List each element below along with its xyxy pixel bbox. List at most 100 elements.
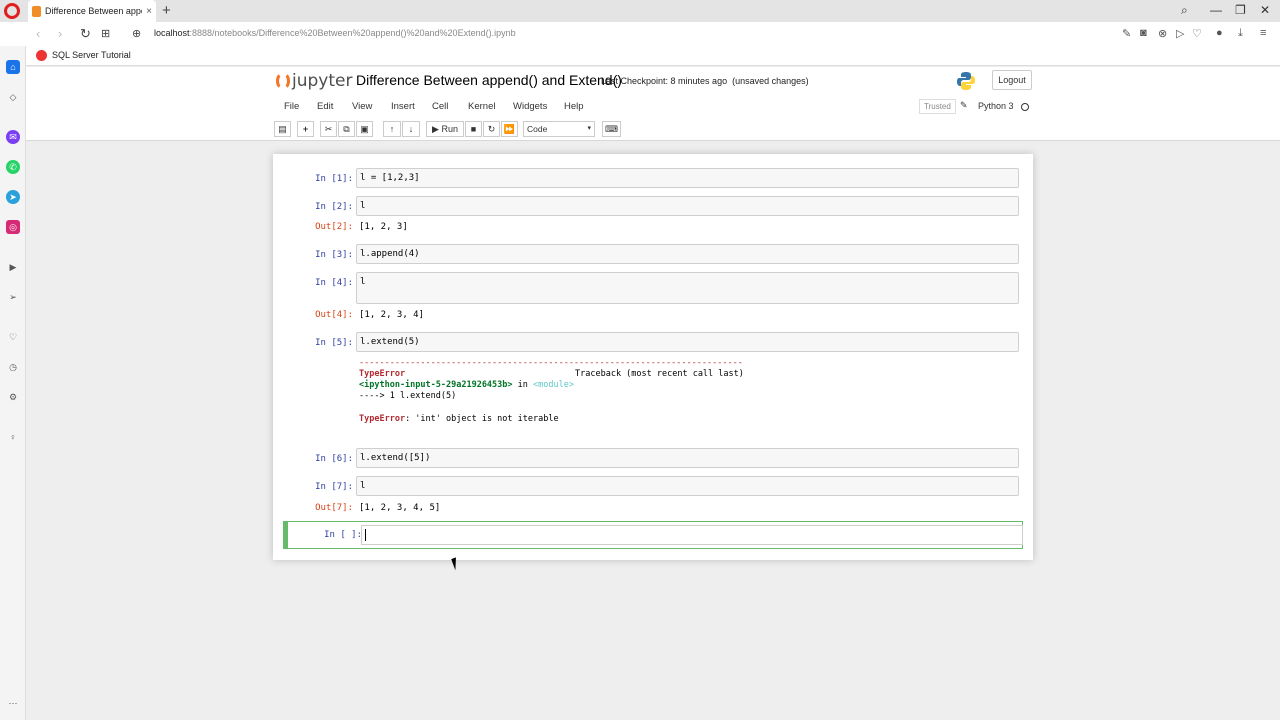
settings-icon[interactable]: ⚙ (6, 390, 20, 404)
browser-sidebar: ⌂ ◇ ✉ ✆ ➤ ◎ ▶ ➢ ♡ ◷ ⚙ ♀ ⋯ (0, 46, 26, 720)
reload-icon[interactable]: ↻ (80, 26, 91, 42)
telegram-icon[interactable]: ➤ (6, 190, 20, 204)
menu-kernel[interactable]: Kernel (468, 101, 495, 112)
bookmarks-bar: SQL Server Tutorial (0, 46, 1280, 66)
send-icon[interactable]: ▷ (1176, 27, 1184, 40)
new-tab-button[interactable]: + (162, 2, 171, 19)
tips-icon[interactable]: ♀ (6, 430, 20, 444)
checkpoint-status: Last Checkpoint: 8 minutes ago (unsaved … (601, 76, 809, 86)
camera-icon[interactable]: ◙ (1140, 27, 1147, 39)
move-up-icon[interactable]: ↑ (383, 121, 401, 137)
bag-icon[interactable]: ◇ (6, 90, 20, 104)
block-icon[interactable]: ⊗ (1158, 27, 1167, 40)
run-icon: ▶ (432, 124, 439, 134)
code-input[interactable]: l (356, 196, 1019, 216)
bookmark-sql-server-tutorial[interactable]: SQL Server Tutorial (52, 50, 131, 60)
heart-icon[interactable]: ♡ (1192, 27, 1202, 40)
history-icon[interactable]: ◷ (6, 360, 20, 374)
bookmark-favicon-icon (36, 50, 47, 61)
pinboard-icon[interactable]: ➢ (6, 290, 20, 304)
module-ref: <module> (533, 380, 574, 390)
restart-run-all-icon[interactable]: ⏩ (501, 121, 518, 137)
more-icon[interactable]: ⋯ (6, 696, 20, 710)
cut-icon[interactable]: ✂ (320, 121, 337, 137)
tab-close-icon[interactable]: × (146, 6, 152, 17)
edit-icon[interactable]: ✎ (1122, 27, 1131, 40)
input-prompt: In [1]: (315, 174, 353, 184)
move-down-icon[interactable]: ↓ (402, 121, 420, 137)
browser-tab[interactable]: Difference Between append × (28, 0, 156, 22)
run-label: Run (441, 124, 458, 134)
cell-output: [1, 2, 3] (359, 222, 408, 232)
code-input[interactable]: l.extend([5]) (356, 448, 1019, 468)
run-button[interactable]: ▶ Run (426, 121, 464, 137)
error-message: TypeError: 'int' object is not iterable (359, 414, 559, 424)
back-icon[interactable]: ‹ (36, 26, 40, 41)
insert-cell-icon[interactable]: + (297, 121, 314, 137)
code-cell[interactable]: In [5]: l.extend(5) --------------------… (273, 332, 1033, 444)
instagram-icon[interactable]: ◎ (6, 220, 20, 234)
search-tabs-icon[interactable]: ⌕ (1181, 3, 1188, 18)
input-prompt: In [3]: (315, 250, 353, 260)
menu-file[interactable]: File (284, 101, 299, 112)
code-input[interactable]: l (356, 272, 1019, 304)
code-input[interactable]: l.extend(5) (356, 332, 1019, 352)
kernel-name: Python 3 (978, 101, 1014, 111)
paste-icon[interactable]: ▣ (356, 121, 373, 137)
menu-view[interactable]: View (352, 101, 372, 112)
active-code-cell[interactable]: In [ ]: (283, 521, 1023, 549)
speed-dial-icon[interactable]: ⊞ (101, 27, 110, 40)
jupyter-logo-text: jupyter (292, 71, 353, 91)
copy-icon[interactable]: ⧉ (338, 121, 355, 137)
code-input[interactable]: l (356, 476, 1019, 496)
command-palette-icon[interactable]: ⌨ (602, 121, 621, 137)
favorites-icon[interactable]: ♡ (6, 330, 20, 344)
input-prompt: In [2]: (315, 202, 353, 212)
error-message-type: TypeError (359, 414, 406, 424)
url-field[interactable]: localhost:8888/notebooks/Difference%20Be… (154, 28, 516, 38)
notebook-toolbar: ▤ + ✂ ⧉ ▣ ↑ ↓ ▶ Run ■ ↻ ⏩ Code ▾ ⌨ (274, 121, 1034, 139)
home-icon[interactable]: ⌂ (6, 60, 20, 74)
menu-cell[interactable]: Cell (432, 101, 448, 112)
cell-type-select[interactable]: Code ▾ (523, 121, 595, 137)
unsaved-changes: (unsaved changes) (732, 76, 809, 86)
opera-logo-icon[interactable] (4, 3, 20, 19)
menu-edit[interactable]: Edit (317, 101, 333, 112)
close-window-icon[interactable]: ✕ (1260, 3, 1270, 17)
messenger-icon[interactable]: ✉ (6, 130, 20, 144)
profile-icon[interactable]: ● (1216, 27, 1223, 39)
jupyter-favicon-icon (32, 5, 41, 17)
kernel-status-icon (1021, 103, 1029, 111)
pencil-icon[interactable]: ✎ (960, 100, 968, 111)
restart-icon[interactable]: ↻ (483, 121, 500, 137)
menu-help[interactable]: Help (564, 101, 584, 112)
trusted-indicator[interactable]: Trusted (919, 99, 956, 114)
menu-insert[interactable]: Insert (391, 101, 415, 112)
input-prompt: In [7]: (315, 482, 353, 492)
minimize-icon[interactable]: — (1210, 3, 1222, 17)
code-input[interactable]: l.append(4) (356, 244, 1019, 264)
whatsapp-icon[interactable]: ✆ (6, 160, 20, 174)
site-info-icon[interactable]: ⊕ (132, 27, 141, 40)
save-icon[interactable]: ▤ (274, 121, 291, 137)
address-bar: ‹ › ↻ ⊞ ⊕ localhost:8888/notebooks/Diffe… (0, 22, 1280, 46)
browser-tab-bar: Difference Between append × + ⌕ — ❐ ✕ (0, 0, 1280, 22)
forward-icon[interactable]: › (58, 26, 62, 41)
interrupt-icon[interactable]: ■ (465, 121, 482, 137)
jupyter-logo[interactable]: jupyter (276, 71, 352, 91)
menu-widgets[interactable]: Widgets (513, 101, 547, 112)
player-icon[interactable]: ▶ (6, 260, 20, 274)
input-prompt: In [4]: (315, 278, 353, 288)
code-input[interactable]: l = [1,2,3] (356, 168, 1019, 188)
code-input[interactable] (361, 525, 1023, 545)
notebook-title[interactable]: Difference Between append() and Extend() (356, 72, 622, 88)
logout-button[interactable]: Logout (992, 70, 1032, 90)
python-logo-icon (957, 72, 975, 90)
traceback-in: in (512, 380, 534, 390)
menu-icon[interactable]: ≡ (1260, 27, 1266, 39)
cell-type-value: Code (527, 124, 548, 134)
chevron-down-icon: ▾ (587, 125, 591, 132)
notebook-container: In [1]: l = [1,2,3] In [2]: l Out[2]: [1… (273, 154, 1033, 560)
download-icon[interactable]: ⤓ (1238, 27, 1243, 40)
restore-icon[interactable]: ❐ (1235, 3, 1246, 17)
